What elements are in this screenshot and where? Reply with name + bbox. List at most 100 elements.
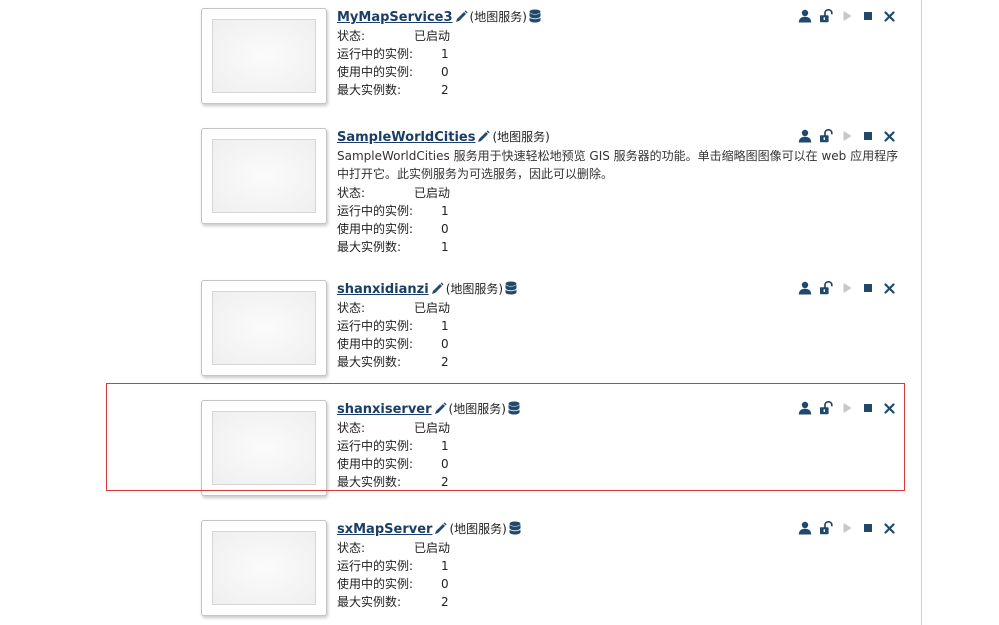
max-instances-label: 最大实例数:	[337, 83, 402, 97]
max-instances-label: 最大实例数:	[337, 595, 402, 609]
database-icon	[528, 9, 541, 28]
unlock-icon[interactable]	[818, 8, 834, 24]
service-type-label: (地图服务)	[469, 10, 527, 24]
running-instances-label: 运行中的实例:	[337, 47, 414, 61]
status-label: 状态:	[337, 541, 366, 555]
service-actions	[797, 280, 897, 296]
service-stats: 状态: 已启动 运行中的实例: 1 使用中的实例: 0 最大实例数: 1	[337, 184, 907, 256]
user-icon[interactable]	[797, 128, 813, 144]
in-use-instances-row: 使用中的实例: 0	[337, 63, 907, 81]
pencil-icon[interactable]	[455, 10, 468, 28]
service-actions	[797, 8, 897, 24]
running-instances-label: 运行中的实例:	[337, 319, 414, 333]
unlock-icon[interactable]	[818, 280, 834, 296]
running-instances-label: 运行中的实例:	[337, 204, 414, 218]
user-icon[interactable]	[797, 520, 813, 536]
selection-highlight	[106, 383, 905, 491]
status-value: 已启动	[414, 186, 451, 200]
in-use-instances-row: 使用中的实例: 0	[337, 575, 907, 593]
service-actions	[797, 520, 897, 536]
running-instances-row: 运行中的实例: 1	[337, 202, 907, 220]
service-stats: 状态: 已启动 运行中的实例: 1 使用中的实例: 0 最大实例数: 2	[337, 299, 907, 371]
service-type-label: (地图服务)	[492, 130, 550, 144]
status-row: 状态: 已启动	[337, 539, 907, 557]
service-description: SampleWorldCities 服务用于快速轻松地预览 GIS 服务器的功能…	[337, 149, 899, 181]
in-use-instances-label: 使用中的实例:	[337, 337, 414, 351]
service-stats: 状态: 已启动 运行中的实例: 1 使用中的实例: 0 最大实例数: 2	[337, 27, 907, 99]
stop-icon[interactable]	[860, 8, 876, 24]
in-use-instances-row: 使用中的实例: 0	[337, 220, 907, 238]
status-label: 状态:	[337, 29, 366, 43]
close-icon[interactable]	[881, 280, 897, 296]
max-instances-row: 最大实例数: 2	[337, 353, 907, 371]
play-icon	[839, 128, 855, 144]
in-use-instances-value: 0	[441, 577, 449, 591]
pencil-icon[interactable]	[477, 130, 491, 148]
status-row: 状态: 已启动	[337, 184, 907, 202]
close-icon[interactable]	[881, 8, 897, 24]
database-icon	[508, 521, 521, 540]
max-instances-value: 2	[441, 595, 449, 609]
user-icon[interactable]	[797, 280, 813, 296]
service-name-link[interactable]: sxMapServer	[337, 522, 432, 537]
running-instances-value: 1	[441, 559, 449, 573]
stop-icon[interactable]	[860, 280, 876, 296]
unlock-icon[interactable]	[818, 520, 834, 536]
running-instances-row: 运行中的实例: 1	[337, 557, 907, 575]
status-value: 已启动	[414, 541, 451, 555]
running-instances-row: 运行中的实例: 1	[337, 45, 907, 63]
close-icon[interactable]	[881, 128, 897, 144]
status-value: 已启动	[414, 301, 451, 315]
max-instances-value: 2	[441, 83, 449, 97]
service-name-link[interactable]: shanxidianzi	[337, 282, 429, 297]
service-actions	[797, 128, 897, 144]
service-name-link[interactable]: MyMapService3	[337, 10, 453, 25]
in-use-instances-row: 使用中的实例: 0	[337, 335, 907, 353]
database-icon	[505, 281, 518, 300]
max-instances-row: 最大实例数: 1	[337, 238, 907, 256]
in-use-instances-value: 0	[441, 337, 449, 351]
thumbnail-image	[212, 139, 316, 213]
max-instances-value: 2	[441, 355, 449, 369]
close-icon[interactable]	[881, 520, 897, 536]
max-instances-value: 1	[441, 240, 449, 254]
max-instances-label: 最大实例数:	[337, 240, 402, 254]
service-type-label: (地图服务)	[449, 522, 507, 536]
user-icon[interactable]	[797, 8, 813, 24]
in-use-instances-label: 使用中的实例:	[337, 577, 414, 591]
in-use-instances-label: 使用中的实例:	[337, 65, 414, 79]
max-instances-row: 最大实例数: 2	[337, 81, 907, 99]
service-thumbnail[interactable]	[201, 520, 327, 616]
service-thumbnail[interactable]	[201, 280, 327, 376]
status-row: 状态: 已启动	[337, 299, 907, 317]
service-name-link[interactable]: SampleWorldCities	[337, 130, 475, 145]
service-type-label: (地图服务)	[445, 282, 504, 296]
status-value: 已启动	[414, 29, 451, 43]
thumbnail-image	[212, 531, 316, 605]
panel-right-border	[921, 0, 922, 625]
pencil-icon[interactable]	[434, 522, 448, 540]
running-instances-value: 1	[441, 319, 449, 333]
service-info: SampleWorldCities (地图服务) SampleWorldCitie…	[337, 128, 907, 256]
thumbnail-image	[212, 291, 316, 365]
play-icon	[839, 280, 855, 296]
service-thumbnail[interactable]	[201, 128, 327, 224]
service-stats: 状态: 已启动 运行中的实例: 1 使用中的实例: 0 最大实例数: 2	[337, 539, 907, 611]
status-row: 状态: 已启动	[337, 27, 907, 45]
thumbnail-image	[212, 19, 316, 93]
max-instances-row: 最大实例数: 2	[337, 593, 907, 611]
running-instances-row: 运行中的实例: 1	[337, 317, 907, 335]
in-use-instances-value: 0	[441, 222, 449, 236]
running-instances-value: 1	[441, 204, 449, 218]
service-thumbnail[interactable]	[201, 8, 327, 104]
in-use-instances-label: 使用中的实例:	[337, 222, 414, 236]
unlock-icon[interactable]	[818, 128, 834, 144]
pencil-icon[interactable]	[431, 282, 444, 300]
play-icon	[839, 520, 855, 536]
running-instances-label: 运行中的实例:	[337, 559, 414, 573]
stop-icon[interactable]	[860, 520, 876, 536]
max-instances-label: 最大实例数:	[337, 355, 402, 369]
stop-icon[interactable]	[860, 128, 876, 144]
running-instances-value: 1	[441, 47, 449, 61]
status-label: 状态:	[337, 301, 366, 315]
